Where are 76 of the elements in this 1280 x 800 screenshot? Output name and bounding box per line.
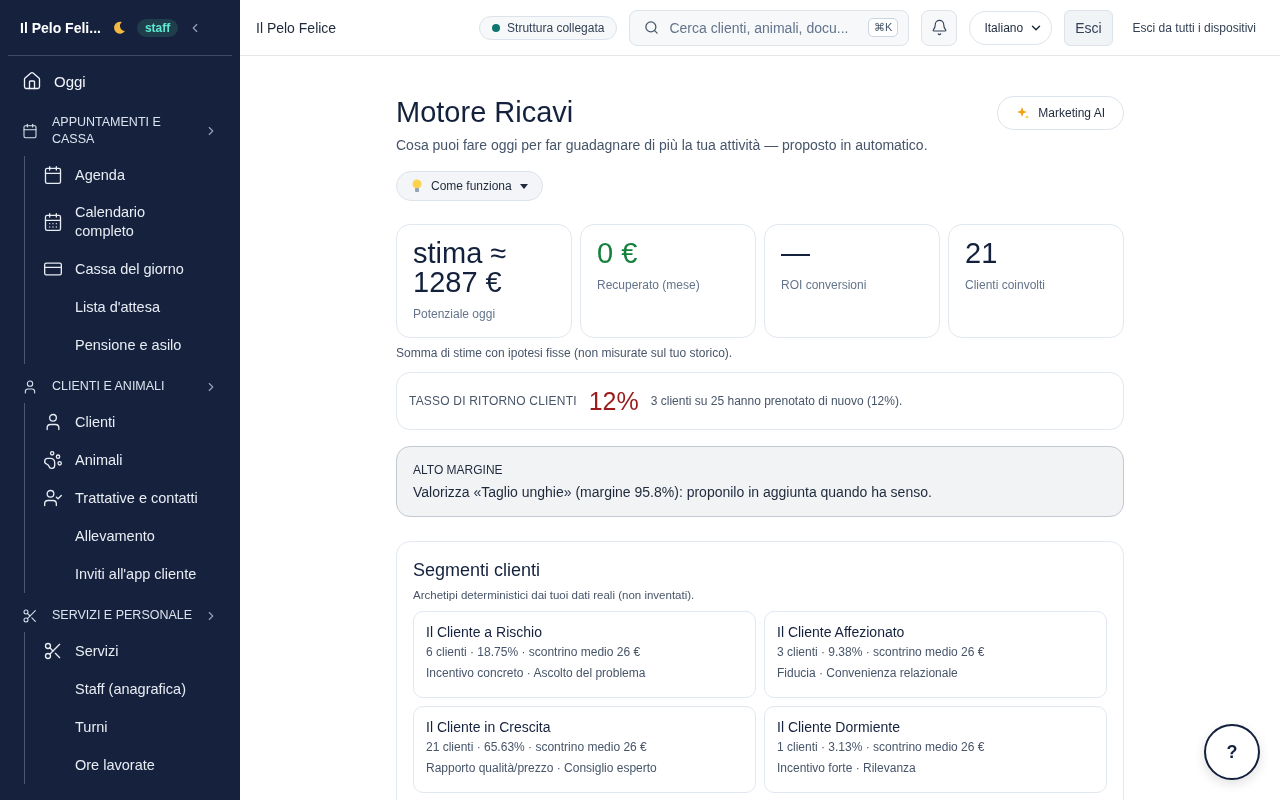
language-select[interactable]: Italiano: [969, 10, 1053, 45]
segment-levers: Rapporto qualità/prezzo · Consiglio esperto: [426, 761, 658, 775]
nav-item[interactable]: Servizi: [35, 632, 232, 670]
search-icon: [644, 20, 660, 35]
nav-item[interactable]: Trattative e contatti: [35, 479, 232, 517]
nav-item[interactable]: Oggi: [8, 62, 232, 100]
segment-levers: Incentivo concreto · Ascolto del problema: [426, 666, 647, 680]
segment-name: Il Cliente in Crescita: [426, 719, 552, 735]
user-check-icon: [43, 488, 63, 508]
nav-section[interactable]: APPUNTAMENTI E CASSA: [8, 106, 232, 156]
marketing-ai-button[interactable]: Marketing AI: [997, 96, 1124, 130]
nav-item[interactable]: Inviti all'app cliente: [35, 555, 232, 593]
search-field[interactable]: Cerca clienti, animali, docu...: [667, 18, 861, 37]
paw-icon: [43, 450, 63, 470]
sparkle-icon: [1016, 106, 1031, 120]
nav-item[interactable]: Allevamento: [35, 517, 232, 555]
nav-item[interactable]: Staff (anagrafica): [35, 670, 232, 708]
segment-levers: Fiducia · Convenienza relazionale: [777, 666, 959, 680]
segment-stats: 6 clienti · 18.75% · scontrino medio 26 €: [426, 645, 642, 659]
return-rate-label: TASSO DI RITORNO CLIENTI: [409, 394, 577, 408]
nav-item[interactable]: Ore lavorate: [35, 746, 232, 784]
nav-item[interactable]: Agenda: [35, 156, 232, 194]
nav-item[interactable]: Lista d'attesa: [35, 288, 232, 326]
segment-name: Il Cliente Dormiente: [777, 719, 901, 735]
segments-heading: Segmenti clienti: [413, 560, 542, 581]
nav-section[interactable]: CLIENTI E ANIMALI: [8, 370, 232, 403]
scissors-icon: [43, 641, 63, 661]
stat-value: —: [781, 239, 811, 268]
scissors-icon: [22, 607, 38, 624]
insight-text: Valorizza «Taglio unghie» (margine 95.8%): proponilo in aggiunta quando ha senso.: [413, 484, 933, 500]
logout-all-link[interactable]: Esci da tutti i dispositivi: [1124, 20, 1264, 35]
return-rate-value: 12%: [588, 386, 639, 416]
segments-subtitle: Archetipi deterministici dai tuoi dati reali (non inventati).: [413, 589, 696, 601]
logout-button[interactable]: Esci: [1064, 9, 1113, 46]
segment-levers: Incentivo forte · Rilevanza: [777, 761, 917, 775]
calendar-icon: [43, 165, 63, 185]
home-icon: [22, 71, 42, 91]
stat-value: stima ≈ 1287 €: [413, 239, 508, 297]
page-title: Il Pelo Felice: [256, 19, 338, 36]
stat-label: ROI conversioni: [781, 278, 868, 292]
stat-label: Recuperato (mese): [597, 278, 701, 292]
stats-note: Somma di stime con ipotesi fisse (non misurate sul tuo storico).: [396, 346, 734, 360]
role-badge: staff: [136, 18, 179, 37]
stat-value: 21: [965, 239, 999, 268]
lightbulb-icon: [411, 179, 423, 193]
calendar-icon: [43, 212, 63, 232]
shortcut-key: ⌘K: [868, 18, 899, 37]
nav-item[interactable]: Animali: [35, 441, 232, 479]
brand-name: Il Pelo Feli...: [20, 19, 101, 36]
page-heading: Motore Ricavi: [396, 96, 575, 129]
stat-label: Clienti coinvolti: [965, 278, 1047, 292]
search-bar[interactable]: Cerca clienti, animali, docu... ⌘K: [629, 9, 910, 46]
stat-label: Potenziale oggi: [413, 307, 497, 321]
nav-item[interactable]: Pensione e asilo: [35, 326, 232, 364]
user-icon: [22, 378, 38, 395]
calendar-icon: [22, 123, 38, 139]
page-subtitle: Cosa puoi fare oggi per far guadagnare di più la tua attività — proposto in automatico.: [396, 137, 928, 153]
bell-icon: [930, 19, 948, 36]
return-rate-detail: 3 clienti su 25 hanno prenotato di nuovo (12%).: [650, 394, 903, 408]
segment-stats: 21 clienti · 65.63% · scontrino medio 26 €: [426, 740, 648, 754]
nav-item[interactable]: Turni: [35, 708, 232, 746]
status-pill: Struttura collegata: [479, 15, 618, 40]
stat-value: 0 €: [597, 239, 639, 268]
nav-item[interactable]: Clienti: [35, 403, 232, 441]
segment-stats: 3 clienti · 9.38% · scontrino medio 26 €: [777, 645, 986, 659]
help-button[interactable]: ?: [1204, 724, 1260, 780]
notifications-button[interactable]: [921, 9, 958, 46]
nav-item[interactable]: Calendario completo: [35, 194, 232, 250]
segment-name: Il Cliente Affezionato: [777, 624, 906, 640]
segment-stats: 1 clienti · 3.13% · scontrino medio 26 €: [777, 740, 986, 754]
insight-label: ALTO MARGINE: [413, 463, 504, 477]
nav-section[interactable]: SERVIZI E PERSONALE: [8, 599, 232, 632]
how-it-works-button[interactable]: Come funziona: [396, 171, 543, 201]
caret-icon: [519, 183, 528, 189]
nav-item[interactable]: Cassa del giorno: [35, 250, 232, 288]
segment-name: Il Cliente a Rischio: [426, 624, 543, 640]
